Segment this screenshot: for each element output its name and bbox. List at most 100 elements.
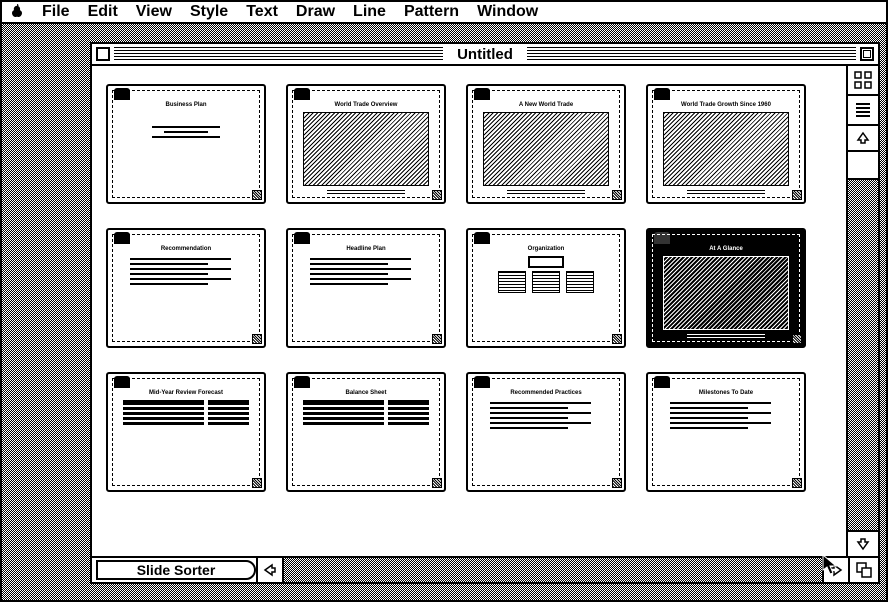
vscroll-thumb[interactable] (848, 152, 878, 180)
slide-title: Recommended Practices (510, 390, 581, 396)
menu-file[interactable]: File (42, 3, 70, 21)
scroll-down-arrow-icon[interactable] (848, 530, 878, 556)
slide-tab-icon (294, 88, 310, 100)
slide-corner-icon (792, 334, 802, 344)
slide-title: Recommendation (161, 246, 211, 252)
slide-tab-icon (294, 376, 310, 388)
zoom-box[interactable] (860, 47, 874, 61)
menu-text[interactable]: Text (246, 3, 278, 21)
slide-title: World Trade Overview (335, 102, 398, 108)
slide-thumbnail[interactable]: Recommended Practices (466, 372, 626, 492)
menu-edit[interactable]: Edit (88, 3, 118, 21)
slide-thumbnail[interactable]: Organization (466, 228, 626, 348)
view-mode-tab[interactable]: Slide Sorter (96, 560, 256, 580)
slide-caption-text (490, 190, 602, 194)
slide-caption-text (310, 190, 422, 194)
slide-thumbnail[interactable]: Headline Plan (286, 228, 446, 348)
menu-style[interactable]: Style (190, 3, 228, 21)
slide-thumbnail[interactable]: At A Glance (646, 228, 806, 348)
window-title: Untitled (447, 46, 523, 63)
slide-tab-icon (654, 232, 670, 244)
slide-thumbnail[interactable]: World Trade Growth Since 1960 (646, 84, 806, 204)
vertical-scrollbar (848, 126, 878, 556)
slide-image-graphic (303, 112, 429, 186)
slide-bullet-text (670, 402, 782, 429)
slide-corner-icon (432, 478, 442, 488)
right-toolbar (846, 66, 878, 556)
slide-tab-icon (474, 88, 490, 100)
slide-bullet-text (490, 402, 602, 429)
slide-title: Organization (528, 246, 565, 252)
slide-title: Headline Plan (346, 246, 385, 252)
slide-thumbnail[interactable]: Milestones To Date (646, 372, 806, 492)
titlebar-stripes (527, 47, 856, 61)
slide-image-graphic (483, 112, 609, 186)
slide-tab-icon (114, 376, 130, 388)
bottom-bar: Slide Sorter (92, 556, 878, 582)
slide-body-text (130, 126, 242, 138)
slide-corner-icon (252, 478, 262, 488)
size-box-icon[interactable] (848, 558, 878, 582)
titlebar[interactable]: Untitled (92, 44, 878, 66)
slide-tab-icon (114, 232, 130, 244)
horizontal-scrollbar (256, 558, 878, 582)
slide-thumbnail[interactable]: Recommendation (106, 228, 266, 348)
slide-corner-icon (432, 190, 442, 200)
scroll-left-arrow-icon[interactable] (256, 558, 282, 582)
vscroll-track[interactable] (848, 152, 878, 530)
scroll-right-arrow-icon[interactable] (822, 558, 848, 582)
slide-corner-icon (612, 190, 622, 200)
slide-corner-icon (612, 334, 622, 344)
slide-thumbnail[interactable]: Balance Sheet (286, 372, 446, 492)
slide-thumbnail[interactable]: World Trade Overview (286, 84, 446, 204)
slide-bullet-text (310, 258, 422, 285)
screen: File Edit View Style Text Draw Line Patt… (0, 0, 888, 602)
menu-draw[interactable]: Draw (296, 3, 335, 21)
menu-pattern[interactable]: Pattern (404, 3, 459, 21)
slide-tab-icon (474, 232, 490, 244)
slide-thumbnail[interactable]: Business Plan (106, 84, 266, 204)
apple-icon[interactable] (10, 4, 24, 21)
document-window: Untitled Business Plan World Trade Overvi… (90, 42, 880, 584)
slide-title: Mid-Year Review Forecast (149, 390, 223, 396)
slide-corner-icon (612, 478, 622, 488)
slide-table (303, 400, 429, 482)
slide-title: Milestones To Date (699, 390, 753, 396)
slide-tab-icon (474, 376, 490, 388)
slide-chart-graphic (663, 112, 789, 186)
slide-title: A New World Trade (519, 102, 573, 108)
slide-grid: Business Plan World Trade Overview A New W… (106, 84, 832, 492)
slide-sorter-content[interactable]: Business Plan World Trade Overview A New W… (92, 66, 846, 556)
slide-corner-icon (432, 334, 442, 344)
hscroll-track[interactable] (282, 558, 822, 582)
slide-tab-icon (114, 88, 130, 100)
slide-caption-text (670, 334, 782, 338)
slide-tab-icon (294, 232, 310, 244)
slide-tab-icon (654, 376, 670, 388)
menu-line[interactable]: Line (353, 3, 386, 21)
slide-title: World Trade Growth Since 1960 (681, 102, 771, 108)
slide-thumbnail[interactable]: Mid-Year Review Forecast (106, 372, 266, 492)
slide-corner-icon (252, 190, 262, 200)
slide-thumbnail[interactable]: A New World Trade (466, 84, 626, 204)
slide-corner-icon (792, 190, 802, 200)
menu-view[interactable]: View (136, 3, 172, 21)
menu-window[interactable]: Window (477, 3, 538, 21)
slide-table (123, 400, 249, 482)
slide-bullet-text (130, 258, 242, 285)
slide-corner-icon (792, 478, 802, 488)
grid-view-icon[interactable] (848, 66, 878, 96)
slide-org-chart (483, 256, 609, 338)
slide-tab-icon (654, 88, 670, 100)
slide-title: Business Plan (165, 102, 206, 108)
titlebar-stripes (114, 47, 443, 61)
close-box[interactable] (96, 47, 110, 61)
slide-title: Balance Sheet (345, 390, 386, 396)
menubar: File Edit View Style Text Draw Line Patt… (2, 2, 886, 24)
outline-view-icon[interactable] (848, 96, 878, 126)
slide-caption-text (670, 190, 782, 194)
slide-image-graphic (663, 256, 789, 330)
slide-title: At A Glance (709, 246, 743, 252)
scroll-up-arrow-icon[interactable] (848, 126, 878, 152)
slide-corner-icon (252, 334, 262, 344)
